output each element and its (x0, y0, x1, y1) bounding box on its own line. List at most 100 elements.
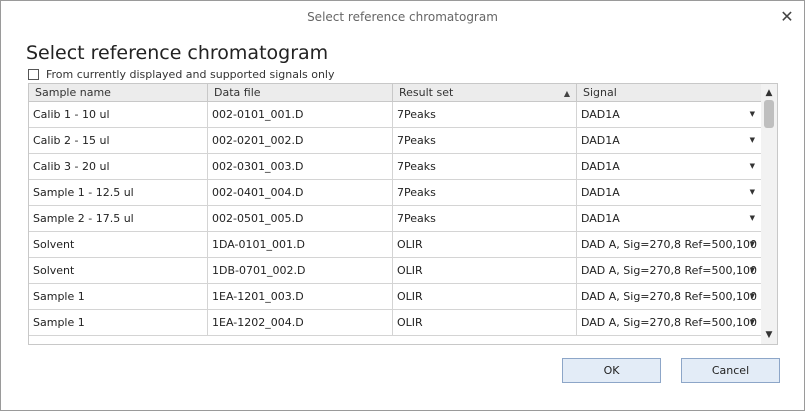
filter-checkbox-label: From currently displayed and supported s… (46, 67, 335, 81)
data-file-cell: 002-0501_005.D (208, 206, 393, 231)
dialog-heading: Select reference chromatogram (26, 42, 329, 64)
result-set-cell-text: 7Peaks (397, 134, 436, 147)
result-set-cell-text: 7Peaks (397, 108, 436, 121)
column-header-data-file[interactable]: Data file (208, 84, 393, 102)
signal-cell-text: DAD1A (581, 160, 620, 173)
sample-name-cell: Calib 3 - 20 ul (29, 154, 208, 179)
signal-cell[interactable]: DAD1A ▼ (577, 102, 761, 127)
dropdown-arrow-icon[interactable]: ▼ (750, 154, 755, 179)
data-file-cell-text: 1DA-0101_001.D (212, 238, 305, 251)
dropdown-arrow-icon[interactable]: ▼ (750, 102, 755, 127)
ok-button[interactable]: OK (562, 358, 661, 383)
result-set-cell-text: 7Peaks (397, 160, 436, 173)
result-set-cell-text: OLIR (397, 290, 423, 303)
signal-cell-text: DAD A, Sig=270,8 Ref=500,100 (581, 316, 758, 329)
sort-ascending-icon: ▲ (563, 89, 570, 98)
select-reference-dialog: Select reference chromatogram ✕ Select r… (0, 0, 805, 411)
signal-cell[interactable]: DAD A, Sig=270,8 Ref=500,100 ▼ (577, 258, 761, 283)
data-file-cell: 1EA-1202_004.D (208, 310, 393, 335)
data-file-cell-text: 002-0501_005.D (212, 212, 304, 225)
column-header-result-set[interactable]: Result set ▲ (393, 84, 577, 102)
table-row[interactable]: Solvent 1DA-0101_001.D OLIR DAD A, Sig=270,… (29, 232, 761, 258)
data-file-cell: 1EA-1201_003.D (208, 284, 393, 309)
sample-name-cell-text: Sample 1 (33, 290, 85, 303)
table-row[interactable]: Sample 1 - 12.5 ul 002-0401_004.D 7Peaks DA… (29, 180, 761, 206)
signal-cell-text: DAD1A (581, 186, 620, 199)
column-header-result-set-label: Result set (399, 86, 454, 99)
table-row[interactable]: Solvent 1DB-0701_002.D OLIR DAD A, Sig=270,… (29, 258, 761, 284)
column-header-sample-name[interactable]: Sample name (29, 84, 208, 102)
sample-name-cell: Solvent (29, 258, 208, 283)
data-file-cell: 002-0201_002.D (208, 128, 393, 153)
signal-cell-text: DAD1A (581, 212, 620, 225)
result-set-cell-text: OLIR (397, 264, 423, 277)
result-set-cell: 7Peaks (393, 180, 577, 205)
dropdown-arrow-icon[interactable]: ▼ (750, 284, 755, 309)
data-file-cell-text: 002-0201_002.D (212, 134, 304, 147)
dropdown-arrow-icon[interactable]: ▼ (750, 310, 755, 335)
data-file-cell-text: 002-0401_004.D (212, 186, 304, 199)
sample-name-cell-text: Calib 1 - 10 ul (33, 108, 110, 121)
result-set-cell-text: OLIR (397, 316, 423, 329)
result-set-cell: 7Peaks (393, 102, 577, 127)
sample-name-cell: Calib 2 - 15 ul (29, 128, 208, 153)
dropdown-arrow-icon[interactable]: ▼ (750, 258, 755, 283)
sample-name-cell-text: Sample 2 - 17.5 ul (33, 212, 134, 225)
signal-cell-text: DAD A, Sig=270,8 Ref=500,100 (581, 264, 758, 277)
signal-cell[interactable]: DAD1A ▼ (577, 180, 761, 205)
signal-cell[interactable]: DAD1A ▼ (577, 206, 761, 231)
table-header: Sample name Data file Result set ▲ Signa… (29, 84, 761, 102)
table-row[interactable]: Calib 3 - 20 ul 002-0301_003.D 7Peaks DAD1A… (29, 154, 761, 180)
filter-checkbox-row[interactable]: From currently displayed and supported s… (28, 66, 335, 82)
sample-name-cell: Sample 2 - 17.5 ul (29, 206, 208, 231)
dropdown-arrow-icon[interactable]: ▼ (750, 206, 755, 231)
table-row[interactable]: Sample 1 1EA-1202_004.D OLIR DAD A, Sig=270… (29, 310, 761, 336)
table-row[interactable]: Calib 1 - 10 ul 002-0101_001.D 7Peaks DAD1A… (29, 102, 761, 128)
signal-cell[interactable]: DAD A, Sig=270,8 Ref=500,100 ▼ (577, 310, 761, 335)
data-file-cell: 1DB-0701_002.D (208, 258, 393, 283)
result-set-cell: 7Peaks (393, 128, 577, 153)
result-set-cell: OLIR (393, 232, 577, 257)
cancel-button[interactable]: Cancel (681, 358, 780, 383)
sample-name-cell: Sample 1 - 12.5 ul (29, 180, 208, 205)
filter-checkbox[interactable] (28, 68, 39, 80)
sample-name-cell-text: Solvent (33, 264, 75, 277)
window-title: Select reference chromatogram (307, 10, 498, 24)
signal-cell[interactable]: DAD1A ▼ (577, 154, 761, 179)
sample-name-cell: Solvent (29, 232, 208, 257)
sample-name-cell-text: Calib 2 - 15 ul (33, 134, 110, 147)
table-row[interactable]: Calib 2 - 15 ul 002-0201_002.D 7Peaks DAD1A… (29, 128, 761, 154)
title-bar: Select reference chromatogram ✕ (1, 1, 804, 35)
dropdown-arrow-icon[interactable]: ▼ (750, 232, 755, 257)
signal-cell-text: DAD A, Sig=270,8 Ref=500,100 (581, 238, 758, 251)
table-body: Calib 1 - 10 ul 002-0101_001.D 7Peaks DAD1A… (29, 102, 761, 336)
sample-name-cell: Sample 1 (29, 310, 208, 335)
result-set-cell: OLIR (393, 284, 577, 309)
data-file-cell: 1DA-0101_001.D (208, 232, 393, 257)
signal-cell[interactable]: DAD A, Sig=270,8 Ref=500,100 ▼ (577, 232, 761, 257)
table-row[interactable]: Sample 1 1EA-1201_003.D OLIR DAD A, Sig=270… (29, 284, 761, 310)
scroll-down-icon[interactable]: ▼ (761, 328, 777, 342)
result-set-cell-text: OLIR (397, 238, 423, 251)
scroll-thumb[interactable] (764, 100, 774, 128)
data-file-cell-text: 002-0301_003.D (212, 160, 304, 173)
signal-cell[interactable]: DAD A, Sig=270,8 Ref=500,100 ▼ (577, 284, 761, 309)
sample-name-cell: Calib 1 - 10 ul (29, 102, 208, 127)
dropdown-arrow-icon[interactable]: ▼ (750, 180, 755, 205)
data-file-cell-text: 1DB-0701_002.D (212, 264, 306, 277)
data-file-cell-text: 002-0101_001.D (212, 108, 304, 121)
table-row[interactable]: Sample 2 - 17.5 ul 002-0501_005.D 7Peaks DA… (29, 206, 761, 232)
close-icon[interactable]: ✕ (778, 8, 796, 26)
vertical-scrollbar[interactable]: ▲ ▼ (761, 83, 778, 345)
result-set-cell: OLIR (393, 310, 577, 335)
dropdown-arrow-icon[interactable]: ▼ (750, 128, 755, 153)
column-header-signal[interactable]: Signal (577, 84, 761, 102)
data-file-cell-text: 1EA-1202_004.D (212, 316, 304, 329)
scroll-up-icon[interactable]: ▲ (761, 86, 777, 100)
data-file-cell: 002-0401_004.D (208, 180, 393, 205)
sample-name-cell-text: Calib 3 - 20 ul (33, 160, 110, 173)
sample-name-cell-text: Sample 1 - 12.5 ul (33, 186, 134, 199)
result-set-cell: OLIR (393, 258, 577, 283)
data-file-cell-text: 1EA-1201_003.D (212, 290, 304, 303)
signal-cell[interactable]: DAD1A ▼ (577, 128, 761, 153)
